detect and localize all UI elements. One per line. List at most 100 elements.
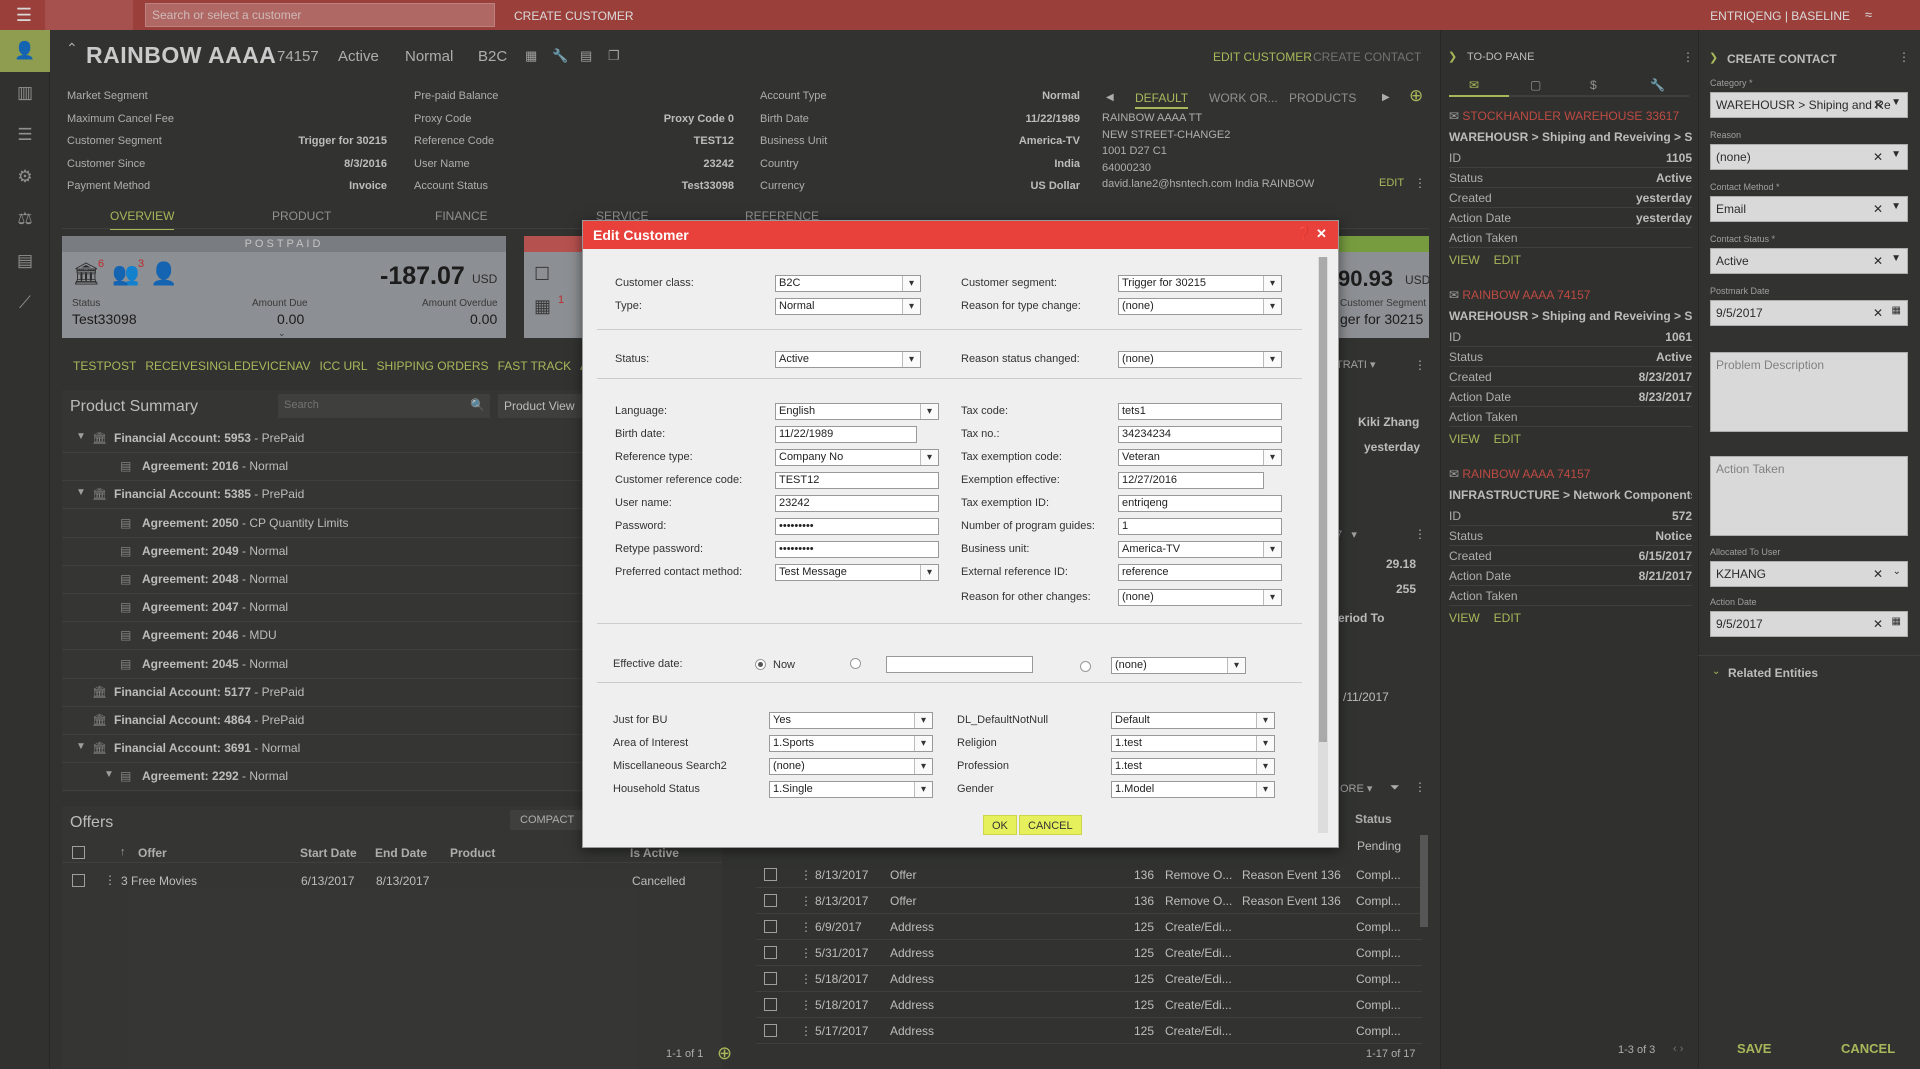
password-input[interactable]: •••••••••	[775, 518, 939, 535]
reason-other-value: (none)	[1122, 591, 1154, 603]
customer-reference-label: Customer reference code:	[615, 474, 743, 486]
customer-class-value: B2C	[779, 277, 801, 289]
program-guides-label: Number of program guides:	[961, 520, 1095, 532]
tax-code-input[interactable]: tets1	[1118, 403, 1282, 420]
business-unit-value: America-TV	[1122, 543, 1181, 555]
birth-date-label: Birth date:	[615, 428, 666, 440]
preferred-contact-label: Preferred contact method:	[615, 566, 743, 578]
password-value: •••••••••	[779, 520, 814, 532]
reason-type-change-value: (none)	[1122, 300, 1154, 312]
reference-type-select[interactable]: Company No	[775, 449, 939, 466]
tax-no-value: 34234234	[1122, 428, 1171, 440]
reason-type-change-label: Reason for type change:	[961, 300, 1081, 312]
effective-select[interactable]: (none)	[1111, 657, 1246, 674]
birth-date-input[interactable]: 11/22/1989▦	[775, 426, 917, 443]
dialog-cancel-button[interactable]: CANCEL	[1019, 815, 1082, 835]
now-label: Now	[773, 659, 796, 671]
religion-label: Religion	[957, 737, 997, 749]
dialog-header: Edit Customer ❓ ✕	[583, 221, 1338, 249]
effective-date-label: Effective date:	[613, 658, 683, 670]
just-for-bu-label: Just for BU	[613, 714, 668, 726]
household-status-select[interactable]: 1.Single	[769, 781, 933, 798]
tax-exemption-code-label: Tax exemption code:	[961, 451, 1062, 463]
tax-exemption-code-value: Veteran	[1122, 451, 1160, 463]
status-label: Status:	[615, 353, 650, 365]
religion-value: 1.test	[1115, 737, 1142, 749]
retype-password-input[interactable]: •••••••••	[775, 541, 939, 558]
language-label: Language:	[615, 405, 667, 417]
now-radio[interactable]	[755, 659, 766, 670]
gender-value: 1.Model	[1115, 783, 1155, 795]
dl-default-select[interactable]: Default	[1111, 712, 1275, 729]
dl-default-value: Default	[1115, 714, 1150, 726]
ok-button[interactable]: OK	[983, 815, 1017, 835]
type-select[interactable]: Normal	[775, 298, 921, 315]
customer-reference-input[interactable]: TEST12	[775, 472, 939, 489]
date-radio[interactable]	[850, 658, 861, 669]
preferred-contact-value: Test Message	[779, 566, 847, 578]
business-unit-select[interactable]: America-TV	[1118, 541, 1282, 558]
user-name-label: User name:	[615, 497, 672, 509]
edit-customer-dialog: Edit Customer ❓ ✕ Customer class: B2C Type…	[582, 220, 1339, 848]
type-label: Type:	[615, 300, 642, 312]
religion-select[interactable]: 1.test	[1111, 735, 1275, 752]
program-guides-value: 1	[1122, 520, 1129, 532]
birth-date-value: 11/22/1989	[779, 428, 834, 440]
household-status-label: Household Status	[613, 783, 700, 795]
select-radio[interactable]	[1080, 661, 1091, 672]
external-reference-label: External reference ID:	[961, 566, 1068, 578]
profession-value: 1.test	[1115, 760, 1142, 772]
area-of-interest-select[interactable]: 1.Sports	[769, 735, 933, 752]
tax-no-label: Tax no.:	[961, 428, 1000, 440]
exemption-effective-label: Exemption effective:	[961, 474, 1060, 486]
external-reference-input[interactable]: reference	[1118, 564, 1282, 581]
customer-segment-value: Trigger for 30215	[1122, 277, 1206, 289]
tax-no-input[interactable]: 34234234	[1118, 426, 1282, 443]
just-for-bu-select[interactable]: Yes	[769, 712, 933, 729]
reason-status-value: (none)	[1122, 353, 1154, 365]
gender-select[interactable]: 1.Model	[1111, 781, 1275, 798]
external-reference-value: reference	[1122, 566, 1169, 578]
misc-search-label: Miscellaneous Search2	[613, 760, 727, 772]
misc-search-select[interactable]: (none)	[769, 758, 933, 775]
dl-default-label: DL_DefaultNotNull	[957, 714, 1049, 726]
customer-segment-select[interactable]: Trigger for 30215	[1118, 275, 1282, 292]
exemption-effective-input[interactable]: 12/27/2016▦	[1118, 472, 1264, 489]
customer-reference-value: TEST12	[779, 474, 820, 486]
tax-code-value: tets1	[1122, 405, 1146, 417]
reason-status-label: Reason status changed:	[961, 353, 1080, 365]
close-icon[interactable]: ✕	[1316, 226, 1327, 242]
tax-exemption-id-input[interactable]: entriqeng	[1118, 495, 1282, 512]
business-unit-label: Business unit:	[961, 543, 1030, 555]
misc-search-value: (none)	[773, 760, 805, 772]
status-value: Active	[779, 353, 809, 365]
user-name-value: 23242	[779, 497, 810, 509]
reason-other-select[interactable]: (none)	[1118, 589, 1282, 606]
type-value: Normal	[779, 300, 815, 312]
tax-exemption-id-label: Tax exemption ID:	[961, 497, 1050, 509]
reason-type-change-select[interactable]: (none)	[1118, 298, 1282, 315]
gender-label: Gender	[957, 783, 994, 795]
customer-class-select[interactable]: B2C	[775, 275, 921, 292]
preferred-contact-select[interactable]: Test Message	[775, 564, 939, 581]
tax-exemption-id-value: entriqeng	[1122, 497, 1168, 509]
just-for-bu-value: Yes	[773, 714, 791, 726]
household-status-value: 1.Single	[773, 783, 813, 795]
language-select[interactable]: English	[775, 403, 939, 420]
profession-select[interactable]: 1.test	[1111, 758, 1275, 775]
status-select[interactable]: Active	[775, 351, 921, 368]
program-guides-input[interactable]: 1	[1118, 518, 1282, 535]
user-name-input[interactable]: 23242	[775, 495, 939, 512]
password-label: Password:	[615, 520, 667, 532]
effective-date-input[interactable]: ▦	[886, 656, 1033, 673]
reference-type-label: Reference type:	[615, 451, 693, 463]
reason-status-select[interactable]: (none)	[1118, 351, 1282, 368]
tax-exemption-code-select[interactable]: Veteran	[1118, 449, 1282, 466]
area-of-interest-value: 1.Sports	[773, 737, 814, 749]
help-icon[interactable]: ❓	[1296, 226, 1312, 242]
dialog-scrollbar[interactable]	[1318, 257, 1328, 833]
tax-code-label: Tax code:	[961, 405, 1009, 417]
area-of-interest-label: Area of Interest	[613, 737, 689, 749]
customer-segment-label: Customer segment:	[961, 277, 1057, 289]
retype-password-label: Retype password:	[615, 543, 704, 555]
